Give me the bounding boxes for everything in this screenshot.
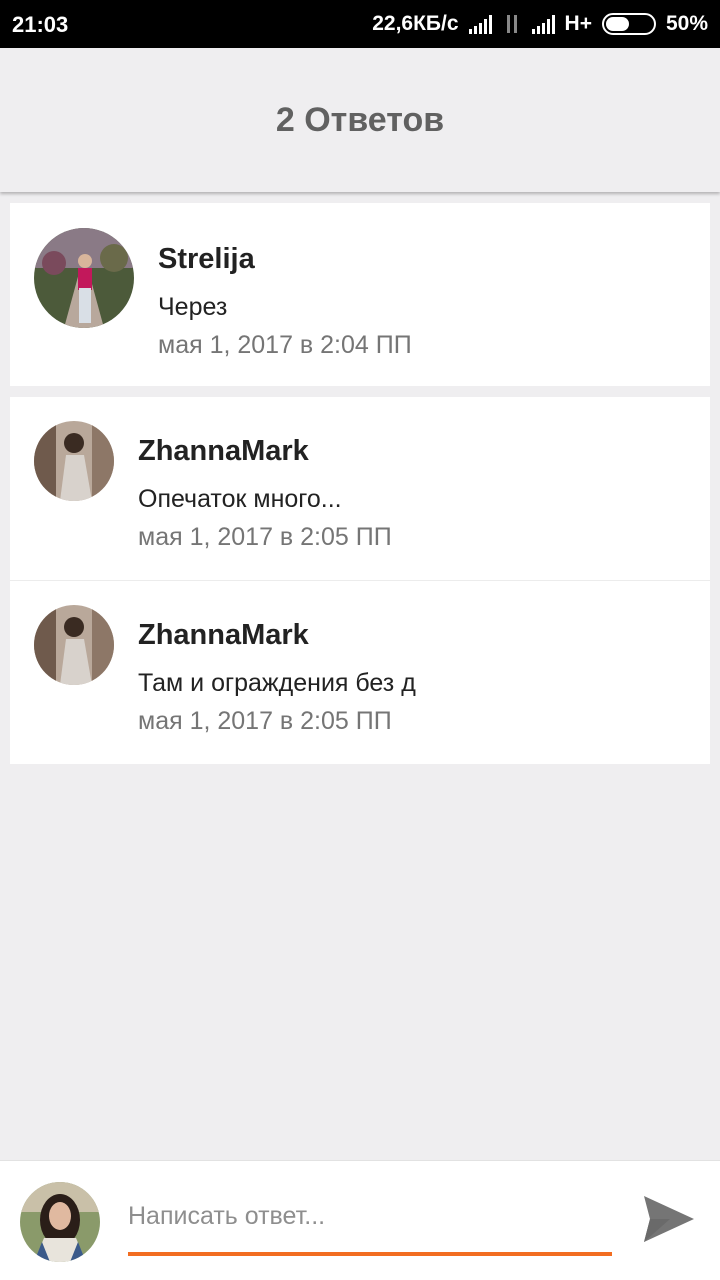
reply-input[interactable] bbox=[128, 1184, 612, 1256]
battery-percent: 50% bbox=[665, 12, 708, 35]
network-type: H+ bbox=[564, 12, 592, 35]
send-button[interactable] bbox=[640, 1190, 698, 1248]
battery-level bbox=[605, 17, 629, 31]
status-indicators: 22,6КБ/с H+ 50% bbox=[372, 10, 708, 38]
reply-item[interactable]: Strelija Через мая 1, 2017 в 2:04 ПП bbox=[10, 203, 710, 386]
status-time: 21:03 bbox=[12, 12, 69, 37]
data-arrows-icon bbox=[502, 13, 522, 35]
reply-date: мая 1, 2017 в 2:05 ПП bbox=[138, 707, 392, 735]
reply-date: мая 1, 2017 в 2:04 ПП bbox=[158, 331, 412, 359]
signal-icon bbox=[468, 14, 492, 34]
avatar[interactable] bbox=[34, 605, 114, 685]
reply-item[interactable]: ZhannaMark Там и ограждения без д мая 1,… bbox=[10, 580, 710, 763]
reply-text: Там и ограждения без д bbox=[138, 669, 416, 697]
signal-icon-2 bbox=[531, 14, 555, 34]
page-title: 2 Ответов bbox=[275, 100, 445, 139]
battery-icon bbox=[601, 13, 656, 35]
reply-card: ZhannaMark Опечаток много... мая 1, 2017… bbox=[10, 397, 710, 764]
reply-author[interactable]: ZhannaMark bbox=[138, 435, 309, 468]
network-speed: 22,6КБ/с bbox=[372, 12, 459, 35]
header: 2 Ответов bbox=[0, 48, 720, 192]
reply-text: Через bbox=[158, 293, 228, 321]
status-bar: 21:03 22,6КБ/с H+ 50% bbox=[0, 0, 720, 48]
current-user-avatar[interactable] bbox=[20, 1182, 100, 1262]
avatar[interactable] bbox=[34, 228, 134, 328]
avatar[interactable] bbox=[34, 421, 114, 501]
reply-text: Опечаток много... bbox=[138, 485, 342, 513]
reply-author[interactable]: Strelija bbox=[158, 243, 255, 276]
reply-date: мая 1, 2017 в 2:05 ПП bbox=[138, 523, 392, 551]
reply-author[interactable]: ZhannaMark bbox=[138, 619, 309, 652]
reply-card: Strelija Через мая 1, 2017 в 2:04 ПП bbox=[10, 203, 710, 386]
send-icon bbox=[644, 1196, 694, 1242]
reply-item[interactable]: ZhannaMark Опечаток много... мая 1, 2017… bbox=[10, 397, 710, 580]
